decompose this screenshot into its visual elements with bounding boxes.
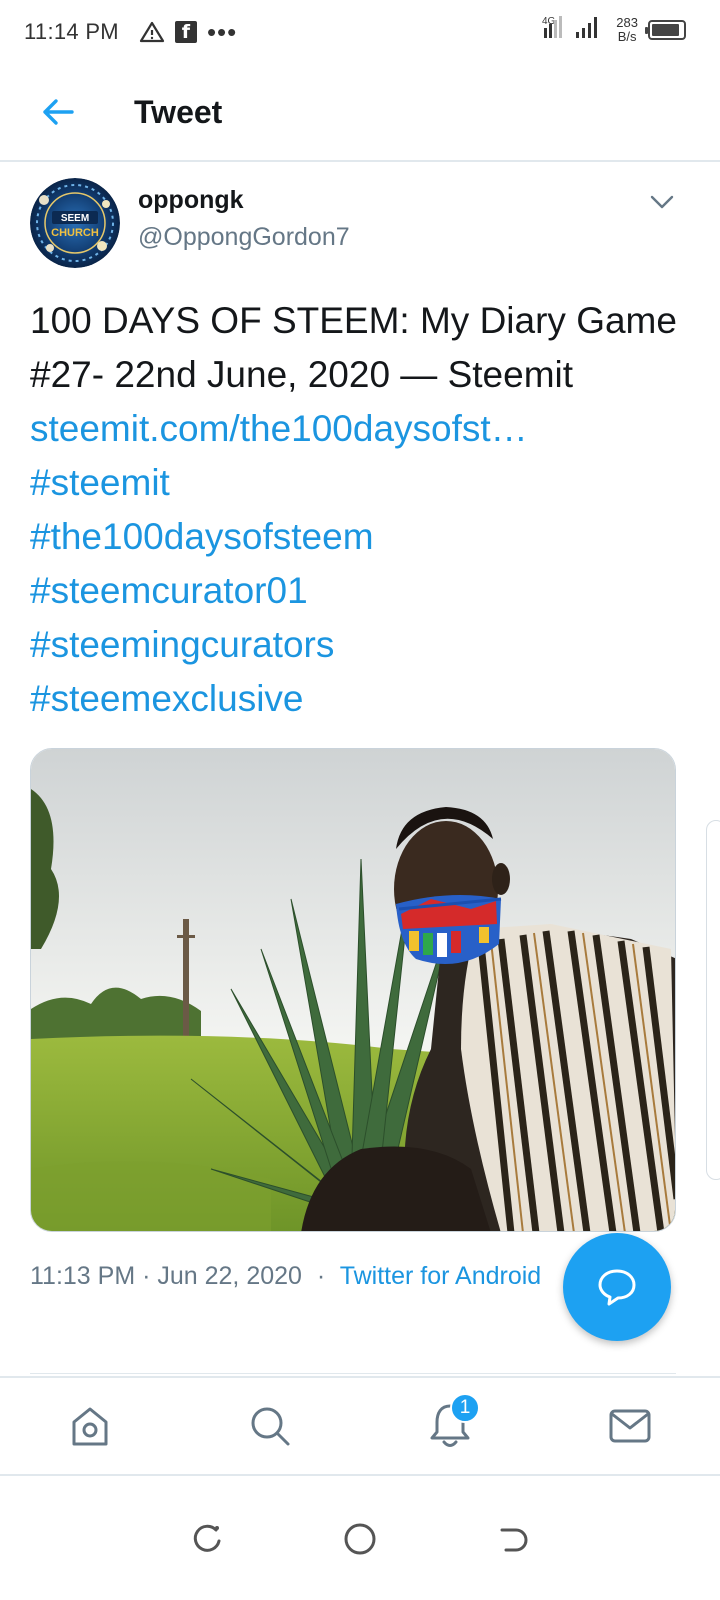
adjacent-card-edge	[706, 820, 720, 1180]
tweet-timestamp: 11:13 PM · Jun 22, 2020	[30, 1262, 302, 1290]
reply-bubble-icon	[598, 1269, 636, 1306]
home-icon	[72, 1407, 108, 1446]
tweet-link-url[interactable]: steemit.com/the100daysofst…	[30, 402, 690, 456]
tweet-author: SEEM CHURCH oppongk @OppongGordon7	[30, 162, 690, 280]
tweet-body: 100 DAYS OF STEEM: My Diary Game #27- 22…	[30, 294, 690, 726]
hashtag-steemexclusive[interactable]: #steemexclusive	[30, 672, 690, 726]
tweet-text: 100 DAYS OF STEEM: My Diary Game #27- 22…	[30, 300, 677, 395]
battery-fill	[652, 23, 679, 36]
avatar[interactable]: SEEM CHURCH	[30, 178, 120, 268]
home-circle-icon	[344, 1523, 376, 1555]
speed-value: 283	[616, 14, 638, 30]
meta-separator: ·	[316, 1262, 326, 1290]
back-gesture-icon	[500, 1528, 528, 1552]
chevron-down-icon	[650, 195, 674, 209]
status-time: 11:14 PM	[24, 19, 119, 44]
svg-text:SEEM: SEEM	[61, 213, 89, 224]
network-speed: 283 B/s	[616, 14, 638, 44]
svg-text:4G: 4G	[542, 16, 556, 27]
tweet-photo[interactable]	[30, 748, 676, 1232]
status-bar: 11:14 PM f ••• 4G 283 B/s	[0, 0, 720, 64]
facebook-icon: f	[174, 21, 197, 43]
recent-apps-button[interactable]	[177, 1509, 237, 1569]
arrow-left-icon	[43, 99, 74, 125]
user-handle[interactable]: @OppongGordon7	[138, 223, 350, 252]
warning-icon	[139, 21, 165, 43]
svg-text:CHURCH: CHURCH	[51, 227, 99, 239]
nav-home[interactable]	[0, 1378, 180, 1474]
hashtag-steemit[interactable]: #steemit	[30, 456, 690, 510]
tweet-detail: SEEM CHURCH oppongk @OppongGordon7 100 D…	[30, 162, 690, 1291]
home-button[interactable]	[330, 1509, 390, 1569]
battery-icon	[645, 19, 686, 40]
divider	[30, 1373, 676, 1374]
top-app-bar: Tweet	[0, 64, 720, 162]
back-button[interactable]	[28, 82, 88, 142]
status-right: 4G 283 B/s	[540, 14, 686, 45]
notification-badge: 1	[450, 1393, 480, 1423]
hashtag-steemcurator01[interactable]: #steemcurator01	[30, 564, 690, 618]
search-icon	[251, 1407, 290, 1446]
hashtag-steemingcurators[interactable]: #steemingcurators	[30, 618, 690, 672]
notification-icons: f •••	[139, 17, 237, 48]
author-meta: oppongk @OppongGordon7	[138, 178, 350, 280]
recent-apps-icon	[193, 1524, 221, 1552]
speed-unit: B/s	[617, 28, 637, 44]
nav-notifications[interactable]: 1	[360, 1378, 540, 1474]
more-dots-icon: •••	[206, 16, 238, 47]
hashtag-the100daysofsteem[interactable]: #the100daysofsteem	[30, 510, 690, 564]
back-gesture-button[interactable]	[483, 1509, 543, 1569]
bottom-nav: 1	[0, 1376, 720, 1476]
system-nav-bar	[0, 1478, 720, 1600]
nav-search[interactable]	[180, 1378, 360, 1474]
tweet-source[interactable]: Twitter for Android	[340, 1262, 541, 1290]
tweet-options-button[interactable]	[644, 188, 680, 216]
display-name[interactable]: oppongk	[138, 186, 350, 215]
signal-icon: 4G	[540, 14, 606, 45]
nav-messages[interactable]	[540, 1378, 720, 1474]
messages-icon	[609, 1409, 651, 1443]
page-title: Tweet	[134, 93, 223, 130]
reply-fab-button[interactable]	[563, 1233, 671, 1341]
